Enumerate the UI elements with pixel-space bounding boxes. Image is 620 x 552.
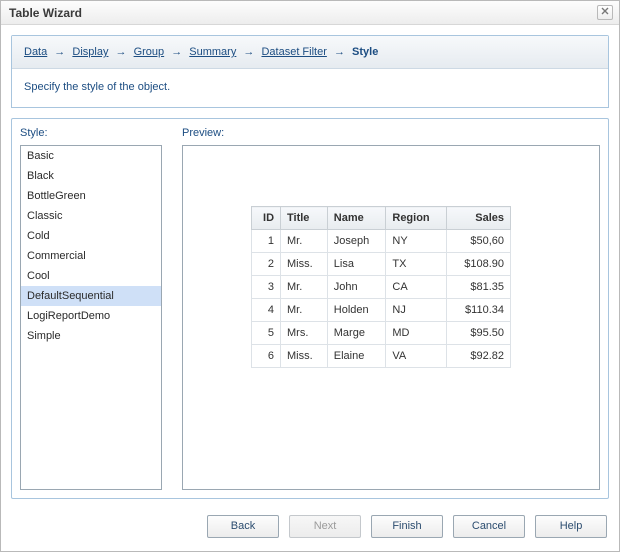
table-cell: 2 [252,253,281,276]
breadcrumb-link[interactable]: Group [134,46,165,58]
header-panel: Data → Display → Group → Summary → Datas… [11,35,609,108]
arrow-icon: → [168,46,185,58]
preview-column: Preview: IDTitleNameRegionSales1Mr.Josep… [182,127,600,490]
list-item[interactable]: Simple [21,326,161,346]
arrow-icon: → [331,46,348,58]
table-cell: VA [386,345,447,368]
table-row: 1Mr.JosephNY$50,60 [252,230,511,253]
table-cell: Mr. [281,299,328,322]
finish-button[interactable]: Finish [371,515,443,538]
table-cell: 4 [252,299,281,322]
breadcrumb-link[interactable]: Dataset Filter [261,46,326,58]
table-header: Title [281,207,328,230]
next-button: Next [289,515,361,538]
table-cell: Miss. [281,345,328,368]
breadcrumb-link[interactable]: Data [24,46,47,58]
description: Specify the style of the object. [12,69,608,107]
table-cell: MD [386,322,447,345]
close-icon [601,7,609,18]
table-header: Name [327,207,386,230]
body-panel: Style: BasicBlackBottleGreenClassicColdC… [11,118,609,499]
table-row: 3Mr.JohnCA$81.35 [252,276,511,299]
table-cell: $50,60 [447,230,511,253]
table-header: ID [252,207,281,230]
arrow-icon: → [240,46,257,58]
cancel-button[interactable]: Cancel [453,515,525,538]
table-cell: Mrs. [281,322,328,345]
breadcrumb: Data → Display → Group → Summary → Datas… [12,36,608,69]
table-cell: $110.34 [447,299,511,322]
footer: Back Next Finish Cancel Help [1,509,619,551]
arrow-icon: → [51,46,68,58]
window-title: Table Wizard [9,6,82,20]
table-row: 2Miss.LisaTX$108.90 [252,253,511,276]
table-cell: $95.50 [447,322,511,345]
table-cell: Lisa [327,253,386,276]
table-cell: Holden [327,299,386,322]
table-cell: Joseph [327,230,386,253]
breadcrumb-link[interactable]: Display [72,46,108,58]
list-item[interactable]: LogiReportDemo [21,306,161,326]
style-column: Style: BasicBlackBottleGreenClassicColdC… [20,127,162,490]
table-cell: Elaine [327,345,386,368]
table-cell: Marge [327,322,386,345]
table-cell: 1 [252,230,281,253]
breadcrumb-link[interactable]: Summary [189,46,236,58]
titlebar: Table Wizard [1,1,619,25]
table-row: 5Mrs.MargeMD$95.50 [252,322,511,345]
table-cell: NY [386,230,447,253]
list-item[interactable]: DefaultSequential [21,286,161,306]
table-row: 6Miss.ElaineVA$92.82 [252,345,511,368]
list-item[interactable]: Black [21,166,161,186]
preview-table: IDTitleNameRegionSales1Mr.JosephNY$50,60… [251,206,511,368]
preview-label: Preview: [182,127,600,139]
table-cell: 6 [252,345,281,368]
table-cell: John [327,276,386,299]
table-cell: Miss. [281,253,328,276]
table-header: Sales [447,207,511,230]
table-cell: $92.82 [447,345,511,368]
list-item[interactable]: Classic [21,206,161,226]
back-button[interactable]: Back [207,515,279,538]
list-item[interactable]: Cool [21,266,161,286]
dialog-window: Table Wizard Data → Display → Group → Su… [0,0,620,552]
list-item[interactable]: BottleGreen [21,186,161,206]
table-cell: 3 [252,276,281,299]
list-item[interactable]: Commercial [21,246,161,266]
table-cell: Mr. [281,230,328,253]
table-row: 4Mr.HoldenNJ$110.34 [252,299,511,322]
list-item[interactable]: Basic [21,146,161,166]
help-button[interactable]: Help [535,515,607,538]
table-cell: CA [386,276,447,299]
table-cell: $81.35 [447,276,511,299]
breadcrumb-current: Style [352,46,378,58]
list-item[interactable]: Cold [21,226,161,246]
preview-box: IDTitleNameRegionSales1Mr.JosephNY$50,60… [182,145,600,490]
table-cell: Mr. [281,276,328,299]
arrow-icon: → [112,46,129,58]
table-cell: TX [386,253,447,276]
table-cell: 5 [252,322,281,345]
close-button[interactable] [597,5,613,20]
style-listbox[interactable]: BasicBlackBottleGreenClassicColdCommerci… [20,145,162,490]
style-label: Style: [20,127,162,139]
table-cell: $108.90 [447,253,511,276]
table-cell: NJ [386,299,447,322]
table-header: Region [386,207,447,230]
